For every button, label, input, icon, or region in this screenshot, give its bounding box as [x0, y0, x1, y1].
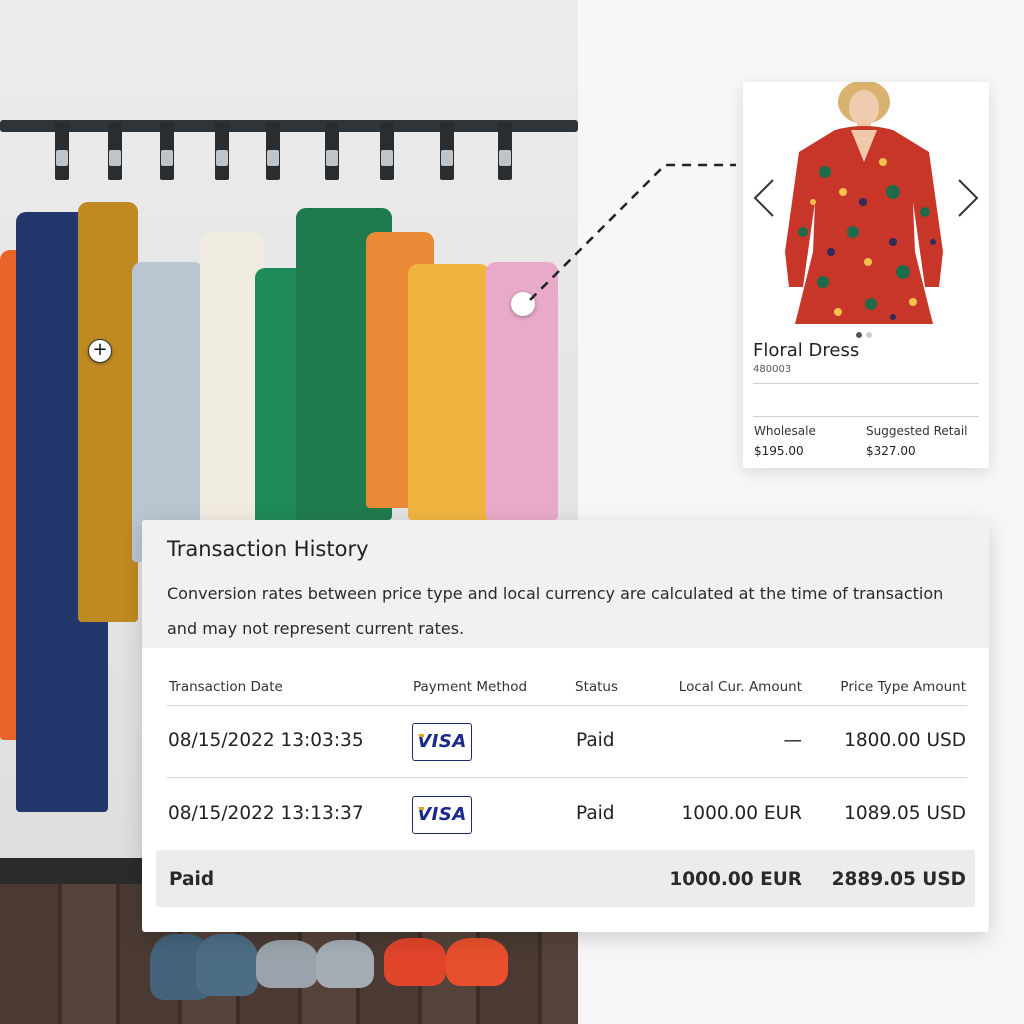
- conversion-rate-note: Conversion rates between price type and …: [167, 584, 944, 638]
- card-divider: [753, 383, 979, 384]
- product-name: Floral Dress: [753, 340, 860, 361]
- carousel-dot[interactable]: [866, 332, 872, 338]
- product-card[interactable]: Floral Dress 480003 Wholesale $195.00 Su…: [743, 82, 989, 468]
- carousel-next-icon[interactable]: [951, 178, 983, 218]
- hanger-clip: [380, 122, 394, 180]
- visa-card-icon: VISA: [412, 796, 472, 834]
- table-divider: [167, 777, 967, 778]
- total-label: Paid: [169, 869, 215, 890]
- suggested-retail-label: Suggested Retail: [866, 424, 968, 438]
- garment-yellow-top: [408, 264, 490, 520]
- card-divider: [753, 416, 979, 417]
- wholesale-label: Wholesale: [754, 424, 816, 438]
- total-price-type-amount: 2889.05 USD: [831, 869, 966, 890]
- row-2-status: Paid: [576, 803, 615, 824]
- carousel-dot-active[interactable]: [856, 332, 862, 338]
- col-header-price-type-amount: Price Type Amount: [840, 679, 966, 695]
- hanger-clip: [215, 122, 229, 180]
- shoe-silver-sandal: [256, 940, 318, 988]
- clothing-rail: [0, 120, 578, 132]
- hanger-clip: [55, 122, 69, 180]
- carousel-prev-icon[interactable]: [749, 178, 781, 218]
- row-1-status: Paid: [576, 730, 615, 751]
- row-2-local-amount: 1000.00 EUR: [681, 803, 802, 824]
- visa-card-icon: VISA: [412, 723, 472, 761]
- add-product-hotspot-icon[interactable]: +: [88, 339, 112, 363]
- carousel-pager: [856, 332, 872, 338]
- wholesale-price: $195.00: [754, 444, 804, 458]
- transaction-history-title: Transaction History: [167, 537, 369, 561]
- transaction-history-panel: Transaction History Conversion rates bet…: [142, 520, 989, 932]
- garment-denim: [132, 262, 204, 562]
- col-header-status: Status: [575, 679, 619, 695]
- hanger-clip: [160, 122, 174, 180]
- col-header-transaction-date: Transaction Date: [169, 679, 283, 695]
- row-2-price-type-amount: 1089.05 USD: [844, 803, 966, 824]
- row-1-local-amount: —: [783, 730, 803, 751]
- suggested-retail-price: $327.00: [866, 444, 916, 458]
- hanger-clip: [108, 122, 122, 180]
- hanger-clip: [440, 122, 454, 180]
- table-divider: [167, 705, 967, 706]
- shoe-red-heel: [446, 938, 508, 986]
- hanger-clip: [266, 122, 280, 180]
- shoe-silver-sandal: [316, 940, 374, 988]
- row-1-price-type-amount: 1800.00 USD: [844, 730, 966, 751]
- row-1-date: 08/15/2022 13:03:35: [168, 730, 364, 751]
- shoe-blue-boot: [196, 934, 258, 996]
- total-local-amount: 1000.00 EUR: [669, 869, 802, 890]
- hanger-clip: [325, 122, 339, 180]
- row-2-date: 08/15/2022 13:13:37: [168, 803, 364, 824]
- product-hotspot-dot[interactable]: [511, 292, 535, 316]
- shoe-red-heel: [384, 938, 446, 986]
- hanger-clip: [498, 122, 512, 180]
- garment-mustard-shirt: [78, 202, 138, 622]
- product-sku: 480003: [753, 364, 792, 375]
- col-header-local-amount: Local Cur. Amount: [678, 679, 802, 695]
- col-header-payment-method: Payment Method: [413, 679, 528, 695]
